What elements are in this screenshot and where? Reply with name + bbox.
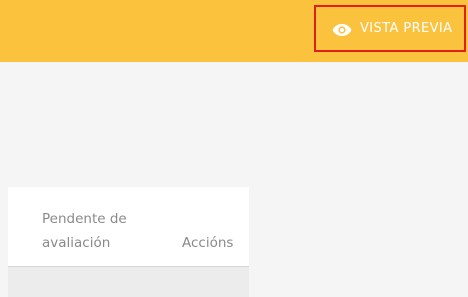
table-row[interactable] [8,267,249,297]
column-header-pending-evaluation[interactable]: Pendente de avaliación [42,207,162,255]
top-toolbar: VISTA PREVIA [0,0,468,62]
eye-icon [332,22,352,36]
preview-button[interactable]: VISTA PREVIA [314,5,466,52]
preview-button-label: VISTA PREVIA [360,21,453,36]
table-panel: Pendente de avaliación Accións [8,187,249,297]
column-header-actions: Accións [182,235,234,251]
